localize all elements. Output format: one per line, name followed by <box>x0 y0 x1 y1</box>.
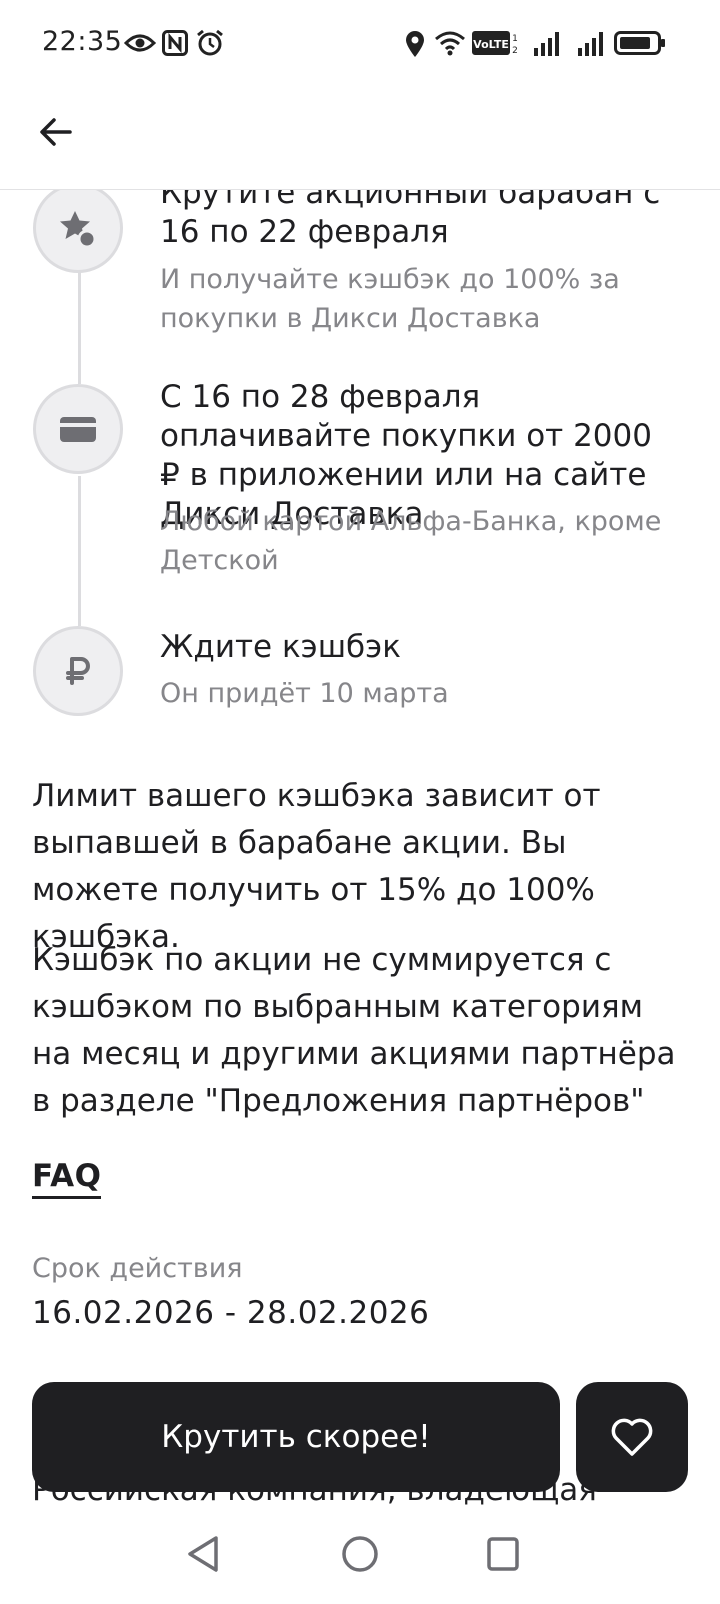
cashback-terms-text: Кэшбэк по акции не суммируется с кэшбэко… <box>32 942 676 1119</box>
home-circle-icon[interactable] <box>340 1534 380 1574</box>
arrow-left-icon[interactable] <box>36 112 76 152</box>
heart-icon <box>611 1418 653 1456</box>
timeline-line <box>78 272 81 384</box>
promo-content[interactable]: Крутите акционный барабан с 16 по 22 фев… <box>0 0 720 1604</box>
step-icon-circle <box>33 183 123 273</box>
signal-icon <box>578 32 603 56</box>
app-header <box>0 90 720 190</box>
svg-text:VoLTE: VoLTE <box>473 38 509 51</box>
step-title: Ждите кэшбэк <box>160 629 401 665</box>
eye-icon <box>124 34 156 52</box>
nfc-icon <box>162 30 188 56</box>
step-subtitle: И получайте кэшбэк до 100% за покупки в … <box>160 264 620 334</box>
validity-value: 16.02.2026 - 28.02.2026 <box>32 1295 430 1331</box>
back-triangle-icon[interactable] <box>186 1534 220 1574</box>
star-hand-icon <box>60 211 97 248</box>
alarm-icon <box>197 29 223 56</box>
step-subtitle: Он придёт 10 марта <box>160 678 449 709</box>
signal-icon <box>534 32 559 56</box>
faq-link[interactable]: FAQ <box>32 1158 102 1199</box>
validity-label: Срок действия <box>32 1253 243 1284</box>
wifi-icon <box>435 31 465 56</box>
ruble-icon <box>66 657 90 685</box>
timeline-line <box>78 476 81 626</box>
battery-icon <box>614 31 665 55</box>
status-bar: 22:35 VoLTE 1 2 <box>0 0 720 90</box>
volte-icon: VoLTE 1 2 <box>472 31 518 55</box>
recents-square-icon[interactable] <box>486 1534 520 1574</box>
system-nav-bar <box>0 1510 720 1604</box>
location-icon <box>406 31 424 57</box>
card-icon <box>60 417 96 442</box>
step-icon-circle <box>33 384 123 474</box>
svg-text:1: 1 <box>512 34 518 44</box>
step-icon-circle <box>33 626 123 716</box>
spin-wheel-button[interactable]: Крутить скорее! <box>32 1382 560 1492</box>
step-subtitle: Любой картой Альфа-Банка, кроме Детской <box>160 506 662 576</box>
status-time: 22:35 <box>42 26 123 57</box>
spin-wheel-button-label: Крутить скорее! <box>161 1419 431 1455</box>
cashback-limit-text: Лимит вашего кэшбэка зависит от выпавшей… <box>32 778 601 955</box>
favorite-button[interactable] <box>576 1382 688 1492</box>
svg-text:2: 2 <box>512 46 518 55</box>
